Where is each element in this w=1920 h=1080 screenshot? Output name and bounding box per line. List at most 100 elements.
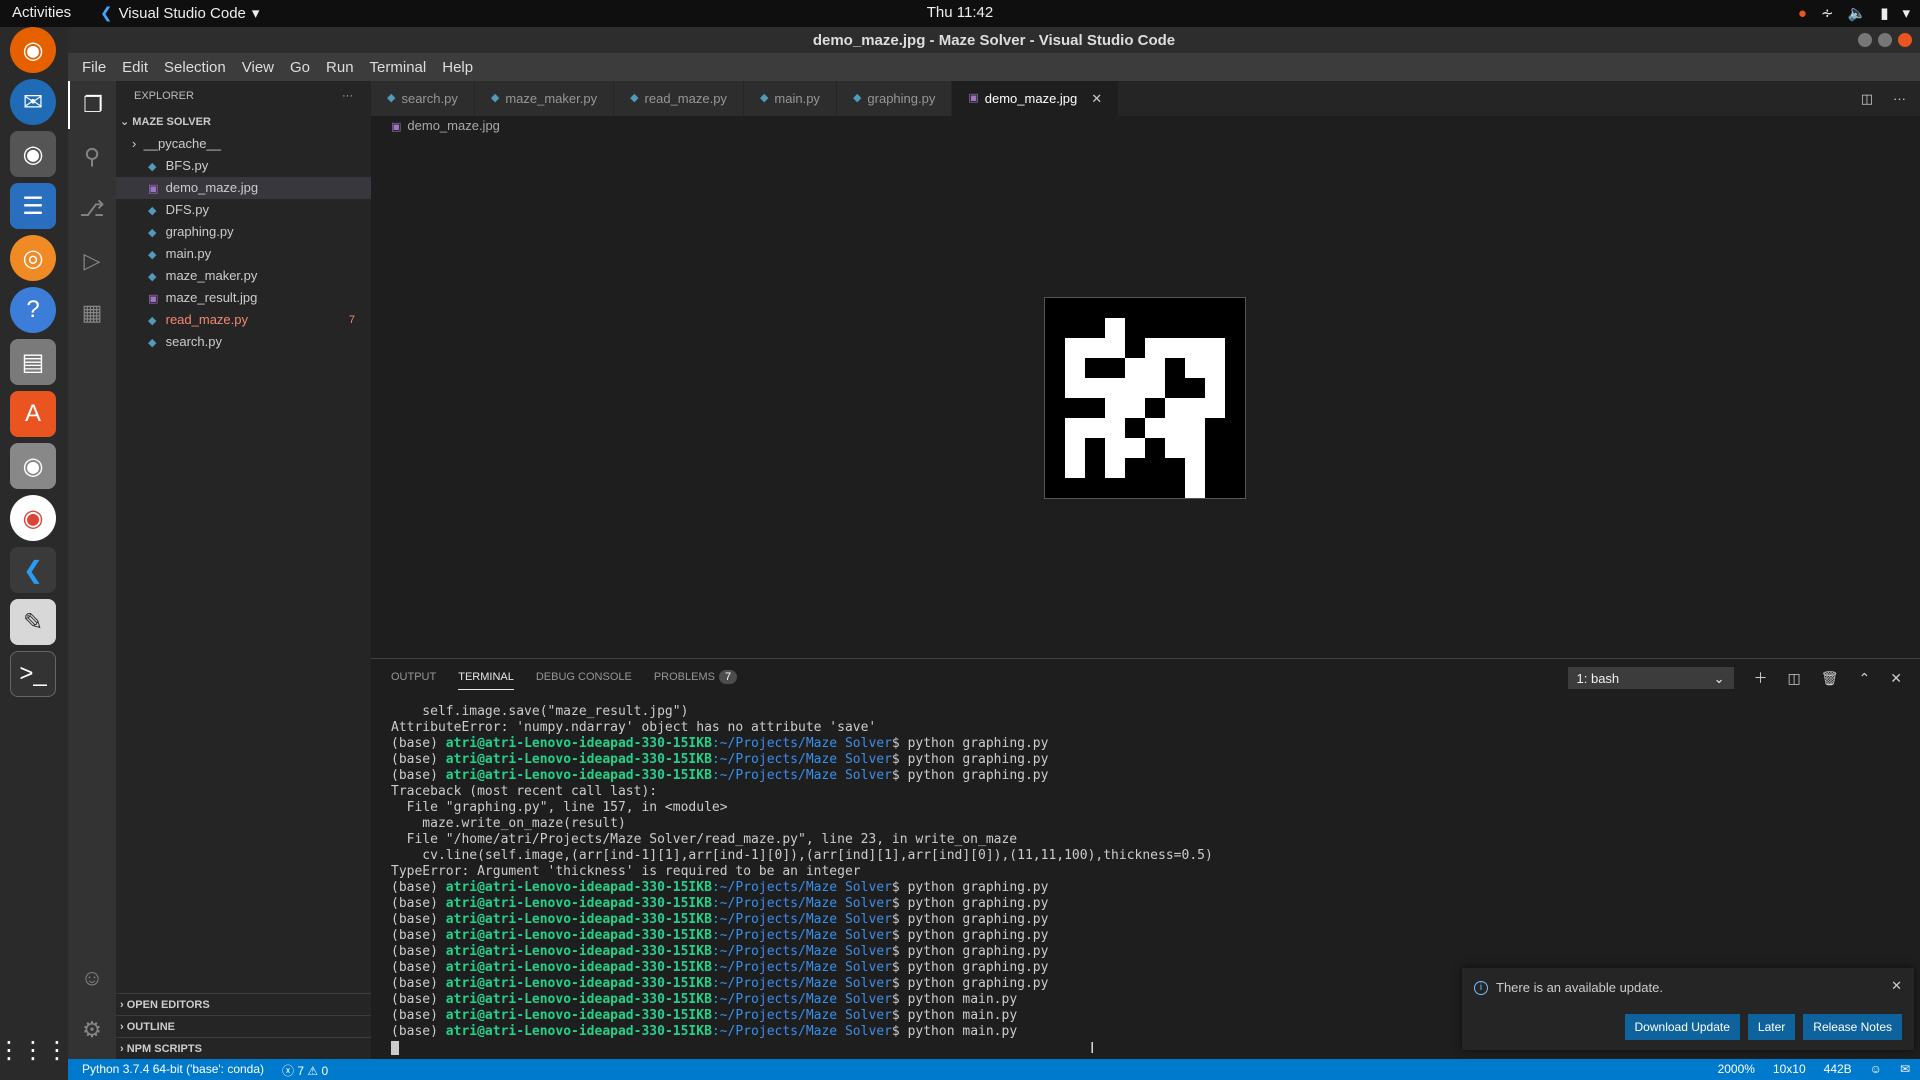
close-notification-icon[interactable]: ✕ (1891, 978, 1902, 994)
menu-help[interactable]: Help (434, 59, 481, 76)
menu-selection[interactable]: Selection (156, 59, 234, 76)
thunderbird-icon[interactable]: ✉ (10, 79, 56, 125)
python-file-icon: ◆ (148, 227, 157, 239)
maze-cell (1205, 358, 1225, 378)
maze-cell (1145, 358, 1165, 378)
clock[interactable]: Thu 11:42 (0, 4, 1920, 21)
tab-read-maze[interactable]: ◆ read_maze.py (614, 81, 744, 116)
tree-item-bfs[interactable]: ◆ BFS.py (116, 155, 371, 177)
later-button[interactable]: Later (1747, 1014, 1796, 1040)
tab-search[interactable]: ◆ search.py (371, 81, 475, 116)
section-open-editors[interactable]: › OPEN EDITORS (116, 993, 371, 1015)
terminal-select[interactable]: 1: bash ⌄ (1567, 667, 1734, 689)
menu-run[interactable]: Run (318, 59, 362, 76)
tree-item-maze-maker[interactable]: ◆ maze_maker.py (116, 265, 371, 287)
menu-view[interactable]: View (234, 59, 282, 76)
terminal-line: (base) atri@atri-Lenovo-ideapad-330-15IK… (391, 736, 1049, 751)
breadcrumb[interactable]: ▣ demo_maze.jpg (391, 118, 500, 133)
menu-file[interactable]: File (74, 59, 114, 76)
account-icon[interactable]: ☺ (68, 954, 116, 1002)
files-icon[interactable]: ▤ (10, 339, 56, 385)
split-editor-icon[interactable]: ◫ (1861, 81, 1873, 116)
split-terminal-icon[interactable]: ◫ (1788, 670, 1801, 687)
maze-cell (1125, 358, 1145, 378)
tree-item-dfs[interactable]: ◆ DFS.py (116, 199, 371, 221)
extensions-icon[interactable]: ▦ (68, 289, 116, 337)
system-tray[interactable]: ● ∻ 🔈 ▮ ▾ (1798, 4, 1910, 23)
gear-icon[interactable]: ⚙ (68, 1006, 116, 1054)
maze-cell (1205, 378, 1225, 398)
chrome-icon[interactable]: ◉ (10, 495, 56, 541)
menu-go[interactable]: Go (282, 59, 318, 76)
window-titlebar[interactable]: demo_maze.jpg - Maze Solver - Visual Stu… (68, 27, 1920, 53)
tab-label: graphing.py (867, 91, 936, 106)
tab-graphing[interactable]: ◆ graphing.py (836, 81, 953, 116)
image-file-icon: ▣ (148, 183, 159, 195)
close-window-button[interactable] (1898, 33, 1912, 47)
panel-tab-debug-console[interactable]: DEBUG CONSOLE (536, 671, 632, 683)
feedback-icon[interactable]: ☺ (1870, 1062, 1882, 1076)
text-editor-icon[interactable]: ✎ (10, 599, 56, 645)
maximize-panel-icon[interactable]: ⌃ (1859, 670, 1871, 687)
panel-tab-output[interactable]: OUTPUT (391, 671, 436, 683)
run-debug-icon[interactable]: ▷ (68, 237, 116, 285)
more-actions-icon[interactable]: ··· (1893, 81, 1906, 116)
software-center-icon[interactable]: A (10, 391, 56, 437)
maximize-button[interactable] (1878, 33, 1892, 47)
tab-maze-maker[interactable]: ◆ maze_maker.py (474, 81, 615, 116)
maze-cell (1085, 418, 1105, 438)
activities-button[interactable]: Activities (12, 4, 71, 21)
terminal-line: Traceback (most recent call last): (391, 784, 658, 799)
firefox-icon[interactable]: ◉ (10, 27, 56, 73)
tab-demo-maze[interactable]: ▣ demo_maze.jpg ✕ (952, 81, 1120, 116)
tree-item-graphing[interactable]: ◆ graphing.py (116, 221, 371, 243)
close-tab-icon[interactable]: ✕ (1091, 81, 1102, 116)
vscode-dock-icon[interactable]: ❮ (10, 547, 56, 593)
download-update-button[interactable]: Download Update (1624, 1014, 1740, 1040)
shotwell-icon[interactable]: ◎ (10, 235, 56, 281)
help-icon[interactable]: ? (10, 287, 56, 333)
maze-image (1044, 297, 1246, 499)
trash-icon[interactable]: 🗑 (1821, 670, 1839, 687)
menu-terminal[interactable]: Terminal (362, 59, 435, 76)
maze-cell (1205, 478, 1225, 498)
tree-item-maze-result[interactable]: ▣ maze_result.jpg (116, 287, 371, 309)
source-control-icon[interactable]: ⎇ (68, 185, 116, 233)
release-notes-button[interactable]: Release Notes (1803, 1014, 1902, 1040)
menu-edit[interactable]: Edit (114, 59, 156, 76)
minimize-button[interactable] (1858, 33, 1872, 47)
folder-section-maze-solver[interactable]: ⌄ MAZE SOLVER (116, 111, 371, 133)
panel-tab-terminal[interactable]: TERMINAL (458, 664, 514, 690)
camera-icon[interactable]: ◉ (10, 443, 56, 489)
tree-item-demo-maze[interactable]: ▣ demo_maze.jpg (116, 177, 371, 199)
explorer-icon[interactable]: ❐ (68, 81, 116, 129)
section-npm-scripts[interactable]: › NPM SCRIPTS (116, 1037, 371, 1059)
terminal-line: (base) atri@atri-Lenovo-ideapad-330-15IK… (391, 912, 1049, 927)
new-terminal-icon[interactable]: ＋ (1754, 668, 1768, 688)
tree-item-main[interactable]: ◆ main.py (116, 243, 371, 265)
app-menu[interactable]: ❮ Visual Studio Code ▾ (100, 4, 259, 23)
tab-main[interactable]: ◆ main.py (743, 81, 837, 116)
close-panel-icon[interactable]: ✕ (1890, 670, 1902, 687)
ubuntu-dock: ◉ ✉ ◉ ☰ ◎ ? ▤ A ◉ ◉ ❮ ✎ >_ ⋮⋮⋮ (0, 27, 69, 1080)
show-applications-icon[interactable]: ⋮⋮⋮ (0, 1027, 69, 1073)
panel-tab-problems[interactable]: PROBLEMS 7 (653, 670, 738, 684)
rhythmbox-icon[interactable]: ◉ (10, 131, 56, 177)
battery-icon: ▮ (1880, 5, 1889, 22)
maze-cell (1185, 358, 1205, 378)
tree-item-search[interactable]: ◆ search.py (116, 331, 371, 353)
maze-cell (1065, 358, 1085, 378)
problems-status[interactable]: ⓧ 7 ⚠ 0 (282, 1062, 328, 1079)
writer-icon[interactable]: ☰ (10, 183, 56, 229)
bell-icon[interactable]: ✉ (1900, 1062, 1910, 1076)
more-actions-icon[interactable]: ··· (342, 81, 353, 111)
search-icon[interactable]: ⚲ (68, 133, 116, 181)
panel-tab-label: PROBLEMS (653, 671, 715, 683)
tree-item-pycache[interactable]: › __pycache__ (116, 133, 371, 155)
maze-cell (1205, 298, 1225, 318)
terminal-icon[interactable]: >_ (10, 651, 56, 697)
tree-item-read-maze[interactable]: ◆ read_maze.py 7 (116, 309, 371, 331)
zoom-level[interactable]: 2000% (1718, 1062, 1755, 1076)
python-interpreter[interactable]: Python 3.7.4 64-bit ('base': conda) (82, 1062, 264, 1079)
section-outline[interactable]: › OUTLINE (116, 1015, 371, 1037)
